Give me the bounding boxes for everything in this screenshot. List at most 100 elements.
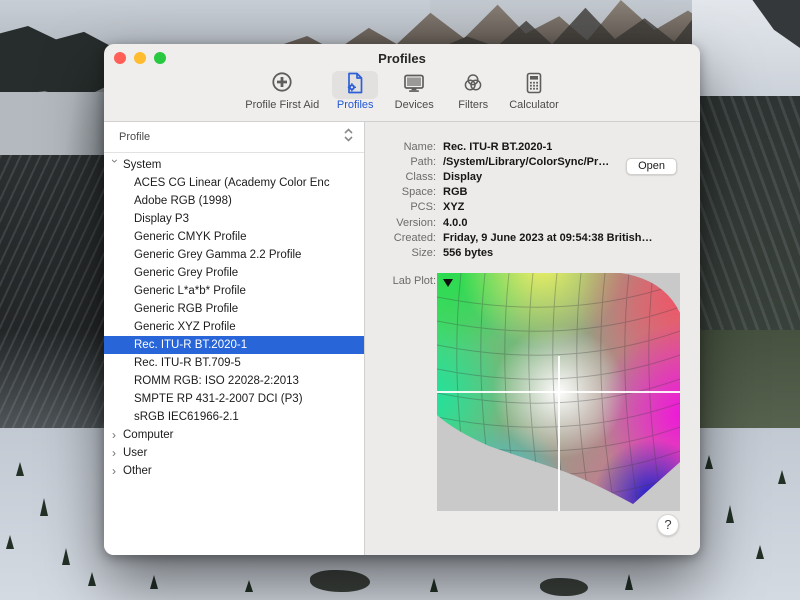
disclosure-chevron-icon[interactable]: › <box>112 463 122 479</box>
wallpaper-tree <box>88 572 96 586</box>
display-icon <box>401 70 427 101</box>
toolbar-label: Profiles <box>337 99 374 111</box>
toolbar-label: Devices <box>395 99 434 111</box>
tree-row-label: ACES CG Linear (Academy Color Enc <box>104 177 330 189</box>
wallpaper-tree <box>6 535 14 549</box>
field-value: Display <box>443 171 482 183</box>
tree-row-label: Generic RGB Profile <box>104 303 238 315</box>
help-button[interactable]: ? <box>657 514 679 536</box>
toolbar-label: Filters <box>458 99 488 111</box>
profiles-window: Profiles Profile First Aid Profiles Devi… <box>104 44 700 555</box>
titlebar[interactable]: Profiles <box>104 44 700 71</box>
wallpaper-forest-right <box>692 96 800 346</box>
tree-row-label: SMPTE RP 431-2-2007 DCI (P3) <box>104 393 303 405</box>
wallpaper-tree <box>726 505 734 523</box>
wallpaper-green-forest <box>692 330 800 438</box>
toolbar-item-calculator[interactable]: Calculator <box>509 71 559 111</box>
lab-plot-label: Lab Plot: <box>365 275 436 287</box>
field-label: Class: <box>365 171 436 183</box>
profile-document-icon <box>342 70 368 101</box>
desktop: Profiles Profile First Aid Profiles Devi… <box>0 0 800 600</box>
info-row: Created: Friday, 9 June 2023 at 09:54:38 … <box>365 230 700 245</box>
wallpaper-tree <box>756 545 764 559</box>
tree-row-label: Rec. ITU-R BT.709-5 <box>104 357 241 369</box>
field-label: Path: <box>365 156 436 168</box>
toolbar-item-profile-first-aid[interactable]: Profile First Aid <box>245 71 319 111</box>
field-value: 4.0.0 <box>443 217 467 229</box>
wallpaper-tree <box>150 575 158 589</box>
profile-column-label: Profile <box>119 131 343 143</box>
field-label: Created: <box>365 232 436 244</box>
info-row: Version: 4.0.0 <box>365 215 700 230</box>
tree-row[interactable]: Generic CMYK Profile <box>104 228 364 246</box>
tree-row[interactable]: Generic RGB Profile <box>104 300 364 318</box>
tree-row[interactable]: › Computer <box>104 426 364 444</box>
field-label: Space: <box>365 186 436 198</box>
field-label: Size: <box>365 247 436 259</box>
tree-row-label: Generic Grey Profile <box>104 267 238 279</box>
wallpaper-tree <box>40 498 48 516</box>
crosshair-vertical <box>558 356 560 511</box>
wallpaper-dark-slope <box>0 155 110 445</box>
profile-detail-panel: Name:Rec. ITU-R BT.2020-1 Path:/System/L… <box>365 122 700 555</box>
field-label: Name: <box>365 141 436 153</box>
calculator-icon <box>521 70 547 101</box>
lab-plot-canvas[interactable] <box>437 273 680 511</box>
disclosure-chevron-icon[interactable]: › <box>112 445 122 461</box>
tree-row[interactable]: Adobe RGB (1998) <box>104 192 364 210</box>
tree-row-label: Generic CMYK Profile <box>104 231 246 243</box>
tree-row-label: sRGB IEC61966-2.1 <box>104 411 239 423</box>
toolbar-item-devices[interactable]: Devices <box>391 71 437 111</box>
open-button[interactable]: Open <box>626 158 677 175</box>
disclosure-chevron-icon[interactable]: › <box>112 427 122 443</box>
wallpaper-tree <box>778 470 786 484</box>
toolbar: Profile First Aid Profiles Devices Filte… <box>104 71 700 122</box>
toolbar-label: Calculator <box>509 99 559 111</box>
wallpaper-tree <box>245 580 253 592</box>
sort-chevrons-icon[interactable] <box>343 127 354 148</box>
wallpaper-tree <box>625 574 633 590</box>
tree-row-label: Rec. ITU-R BT.2020-1 <box>104 339 247 351</box>
window-title: Profiles <box>104 51 700 66</box>
toolbar-item-profiles[interactable]: Profiles <box>332 71 378 111</box>
tree-row[interactable]: Generic L*a*b* Profile <box>104 282 364 300</box>
wallpaper-tree <box>430 578 438 592</box>
tree-row[interactable]: › User <box>104 444 364 462</box>
tree-row[interactable]: sRGB IEC61966-2.1 <box>104 408 364 426</box>
tree-row[interactable]: › System <box>104 156 364 174</box>
wallpaper-tree <box>16 462 24 476</box>
tree-row[interactable]: › Other <box>104 462 364 480</box>
info-row: Space: RGB <box>365 185 700 200</box>
tree-row[interactable]: Generic XYZ Profile <box>104 318 364 336</box>
plot-options-dropdown-icon[interactable] <box>443 279 453 287</box>
tree-row-label: Generic L*a*b* Profile <box>104 285 246 297</box>
tree-row-label: Generic Grey Gamma 2.2 Profile <box>104 249 301 261</box>
field-value: RGB <box>443 186 467 198</box>
window-content: Profile › System ACES CG Linear (Academy… <box>104 122 700 555</box>
tree-row-label: Display P3 <box>104 213 189 225</box>
info-row: PCS: XYZ <box>365 200 700 215</box>
tree-row[interactable]: ROMM RGB: ISO 22028-2:2013 <box>104 372 364 390</box>
wallpaper-rock <box>540 578 588 596</box>
toolbar-item-filters[interactable]: Filters <box>450 71 496 111</box>
field-value: XYZ <box>443 201 464 213</box>
field-label: PCS: <box>365 201 436 213</box>
profile-column-header[interactable]: Profile <box>104 122 364 153</box>
tree-row[interactable]: ACES CG Linear (Academy Color Enc <box>104 174 364 192</box>
field-value: /System/Library/ColorSync/Pr… <box>443 156 609 168</box>
wallpaper-rock <box>310 570 370 592</box>
wallpaper-tree <box>705 455 713 469</box>
tree-row-label: Adobe RGB (1998) <box>104 195 232 207</box>
field-label: Version: <box>365 217 436 229</box>
tree-row[interactable]: Display P3 <box>104 210 364 228</box>
field-value: 556 bytes <box>443 247 493 259</box>
tree-row[interactable]: Generic Grey Gamma 2.2 Profile <box>104 246 364 264</box>
tree-row[interactable]: Rec. ITU-R BT.709-5 <box>104 354 364 372</box>
tree-row[interactable]: Generic Grey Profile <box>104 264 364 282</box>
disclosure-chevron-icon[interactable]: › <box>107 159 123 169</box>
tree-row-label: ROMM RGB: ISO 22028-2:2013 <box>104 375 299 387</box>
profile-tree: › System ACES CG Linear (Academy Color E… <box>104 153 364 480</box>
field-value: Friday, 9 June 2023 at 09:54:38 British… <box>443 232 653 244</box>
tree-row[interactable]: SMPTE RP 431-2-2007 DCI (P3) <box>104 390 364 408</box>
tree-row[interactable]: Rec. ITU-R BT.2020-1 <box>104 336 364 354</box>
